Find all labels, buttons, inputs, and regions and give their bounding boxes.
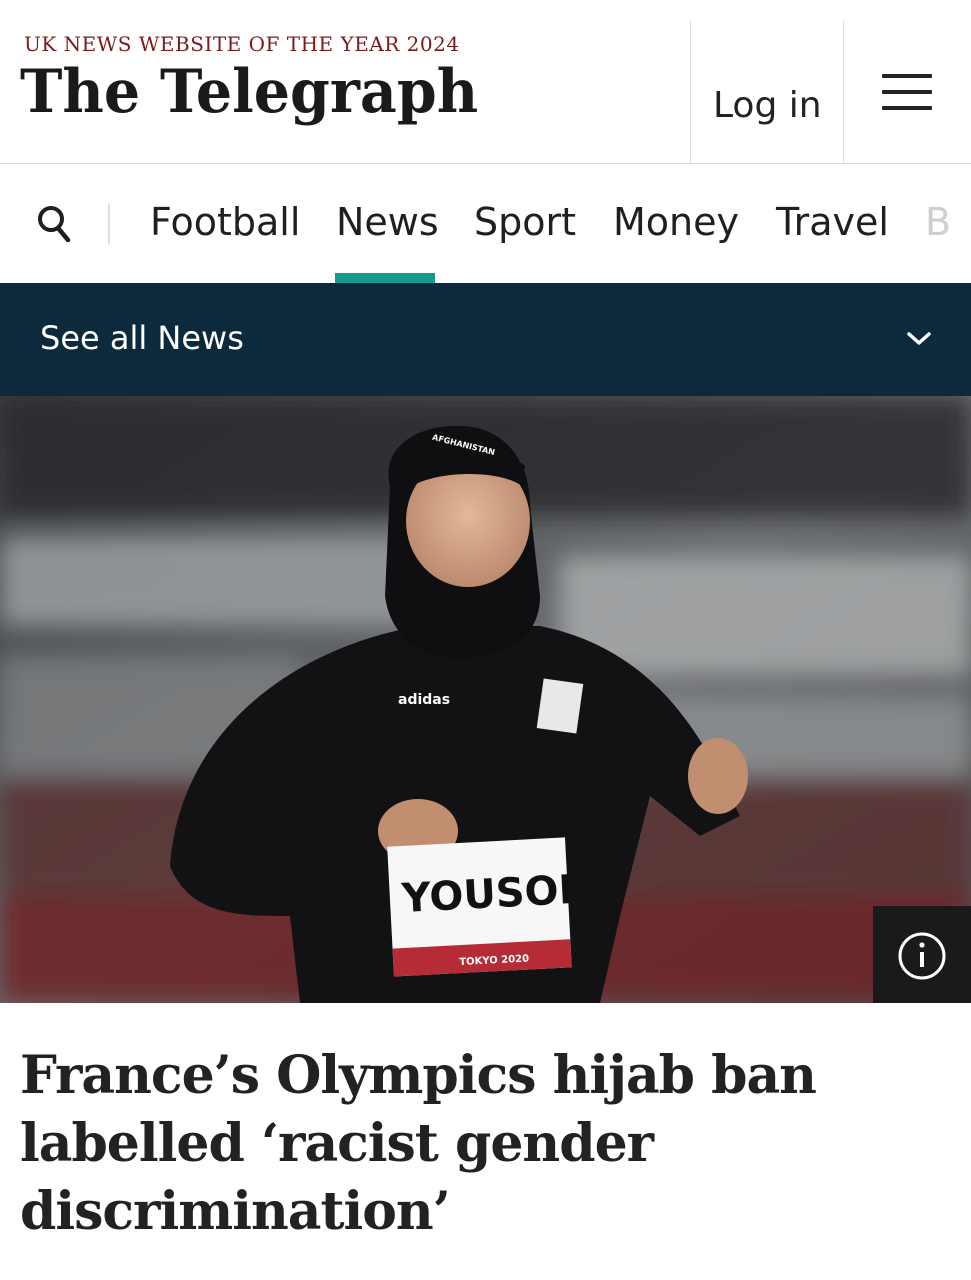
award-tagline: UK NEWS WEBSITE OF THE YEAR 2024	[24, 32, 460, 56]
nav-item-sport[interactable]: Sport	[474, 198, 576, 246]
nav-divider	[108, 204, 110, 244]
section-dropdown-label: See all News	[40, 319, 244, 357]
article-headline[interactable]: France’s Olympics hijab ban labelled ‘ra…	[20, 1042, 950, 1246]
primary-nav: Football News Sport Money Travel B	[0, 164, 971, 283]
image-info-button[interactable]	[873, 906, 971, 1003]
shirt-brand: adidas	[398, 692, 450, 708]
menu-icon[interactable]	[882, 72, 932, 112]
search-icon[interactable]	[36, 204, 72, 244]
nav-item-truncated[interactable]: B	[925, 198, 951, 246]
nav-item-money[interactable]: Money	[613, 198, 739, 246]
info-icon	[898, 932, 946, 980]
hero-photo: adidas AFGHANISTAN YOUSOFI TOKYO 2020	[0, 396, 971, 1003]
login-button[interactable]: Log in	[690, 20, 844, 163]
section-dropdown[interactable]: See all News	[0, 283, 971, 396]
site-logo[interactable]: The Telegraph	[20, 62, 478, 122]
chevron-down-icon	[907, 332, 931, 345]
nav-active-indicator	[335, 273, 435, 283]
nav-item-travel[interactable]: Travel	[776, 198, 889, 246]
hero-image[interactable]: adidas AFGHANISTAN YOUSOFI TOKYO 2020	[0, 396, 971, 1003]
site-header: UK NEWS WEBSITE OF THE YEAR 2024 The Tel…	[0, 0, 971, 164]
nav-item-football[interactable]: Football	[150, 198, 300, 246]
nav-item-news[interactable]: News	[336, 198, 439, 246]
login-label: Log in	[713, 85, 822, 126]
